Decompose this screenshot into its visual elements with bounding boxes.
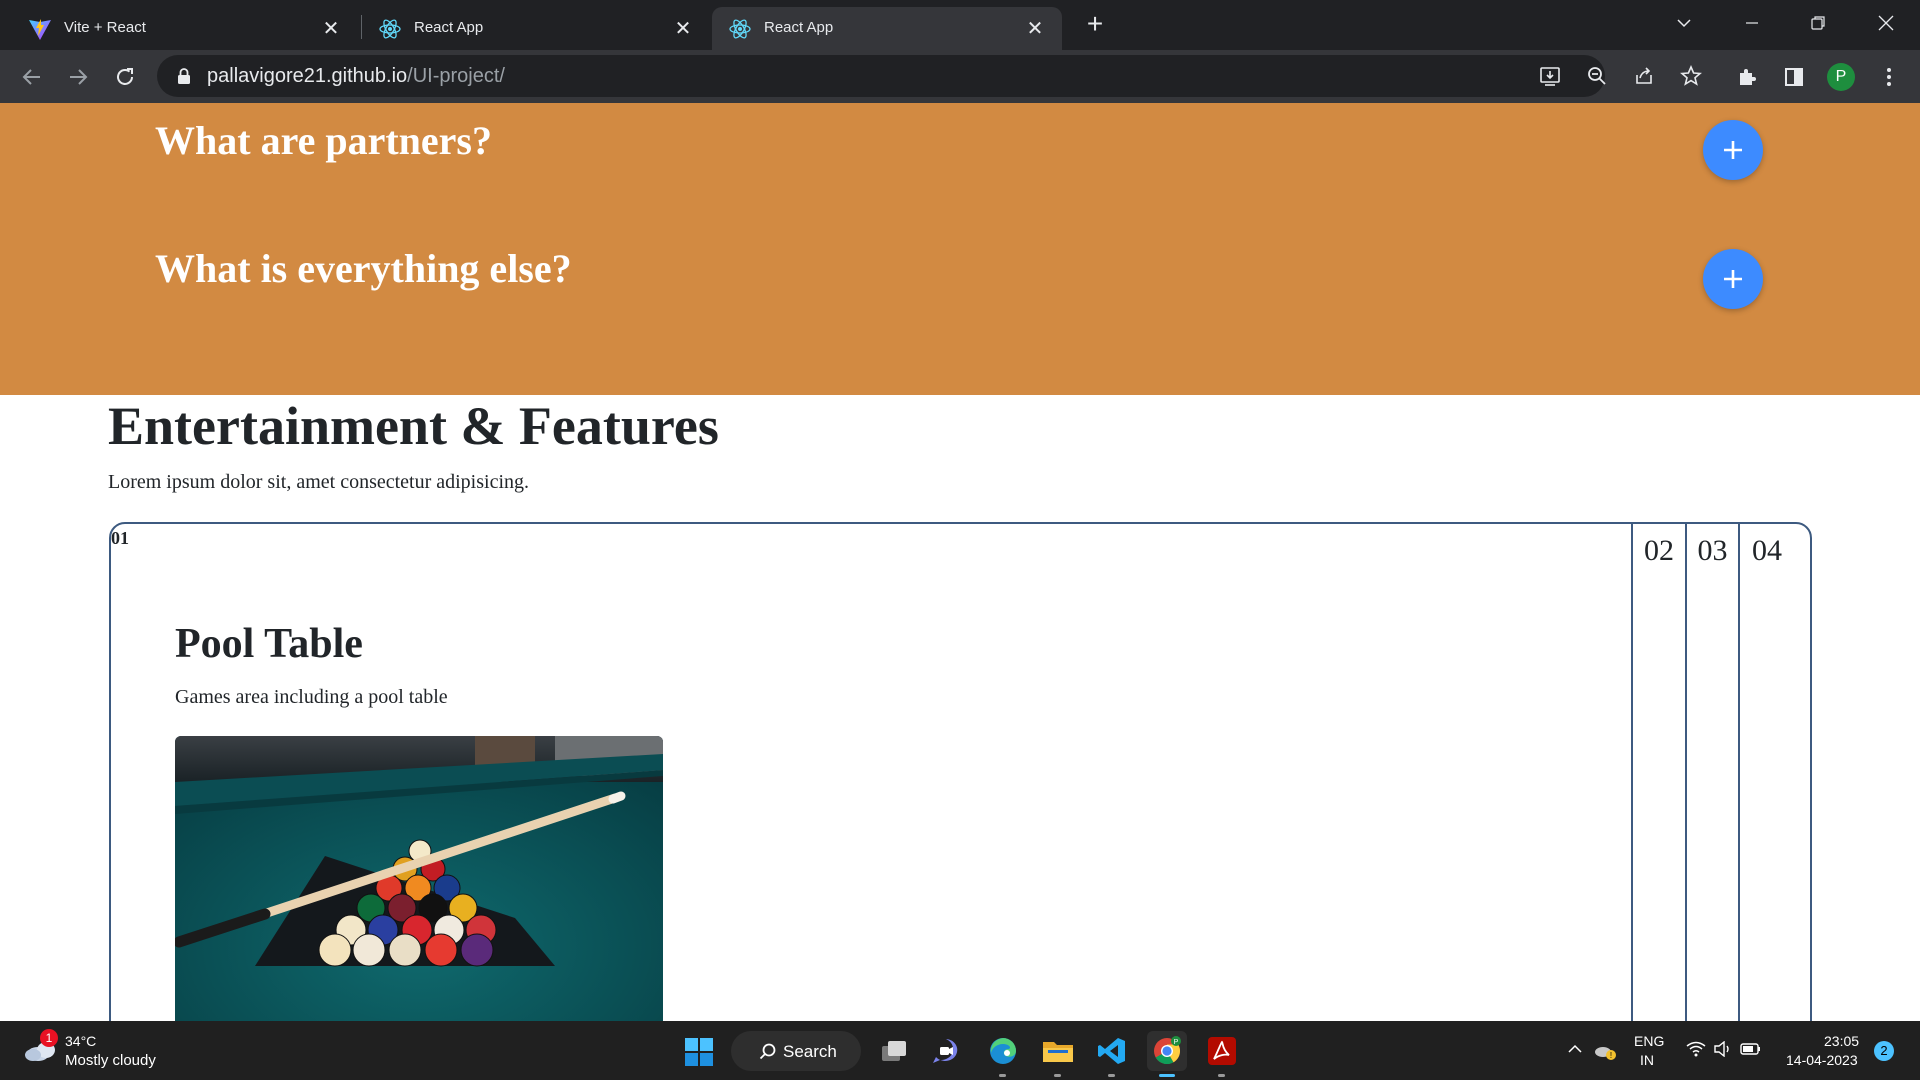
wifi-icon[interactable]	[1686, 1041, 1706, 1057]
reload-icon[interactable]	[109, 61, 141, 93]
close-tab-icon[interactable]: ✕	[670, 15, 696, 41]
tab-title: React App	[764, 19, 834, 36]
faq-question: What is everything else?	[155, 246, 572, 291]
tab-label: 02	[1644, 534, 1674, 567]
volume-icon[interactable]	[1713, 1041, 1733, 1057]
tab-search-icon[interactable]	[1664, 4, 1704, 42]
vite-icon	[29, 19, 51, 40]
windows-start-icon[interactable]	[685, 1038, 713, 1066]
share-icon[interactable]	[1628, 60, 1660, 92]
profile-avatar[interactable]: P	[1827, 63, 1855, 91]
tab-04[interactable]: 04	[1738, 524, 1810, 1021]
tab-02[interactable]: 02	[1631, 524, 1685, 1021]
bookmark-star-icon[interactable]	[1675, 60, 1707, 92]
close-window-icon[interactable]	[1866, 4, 1906, 42]
install-app-icon[interactable]	[1534, 60, 1566, 92]
taskbar-search[interactable]: Search	[731, 1031, 861, 1071]
tab-label: 04	[1752, 534, 1782, 567]
acrobat-reader-icon[interactable]	[1202, 1031, 1242, 1077]
tab-title: React App	[414, 19, 484, 36]
weather-description[interactable]: Mostly cloudy	[65, 1052, 156, 1069]
clock-time[interactable]: 23:05	[1824, 1033, 1859, 1049]
back-icon[interactable]	[16, 61, 48, 93]
running-indicator	[999, 1074, 1006, 1077]
faq-section: What are partners? What is everything el…	[0, 103, 1920, 395]
browser-tab-react-app[interactable]: React App ✕	[362, 7, 710, 50]
panel-description: Games area including a pool table	[175, 686, 448, 708]
search-icon	[759, 1043, 776, 1060]
plus-icon	[1724, 141, 1742, 159]
browser-tab-react-app-active[interactable]: React App ✕	[712, 7, 1062, 50]
pool-table-image	[175, 736, 663, 1021]
address-bar[interactable]: pallavigore21.github.io/UI-project/	[157, 55, 1702, 97]
features-tabs-card: 01 Pool Table Games area including a poo…	[109, 522, 1812, 1021]
restore-icon[interactable]	[1798, 4, 1838, 42]
url-host: pallavigore21.github.io	[207, 65, 408, 87]
minimize-icon[interactable]	[1732, 4, 1772, 42]
url-path: /UI-project/	[407, 65, 505, 87]
edge-browser-icon[interactable]	[983, 1031, 1023, 1077]
chrome-menu-icon[interactable]	[1873, 61, 1905, 93]
vscode-icon[interactable]	[1092, 1031, 1132, 1077]
url-text[interactable]: pallavigore21.github.io/UI-project/	[207, 65, 505, 88]
new-tab-button[interactable]: +	[1080, 10, 1110, 40]
page-viewport: What are partners? What is everything el…	[0, 103, 1920, 1021]
tab-title: Vite + React	[64, 19, 146, 36]
plus-icon	[1724, 270, 1742, 288]
notification-badge[interactable]: 2	[1874, 1041, 1894, 1061]
running-indicator	[1218, 1074, 1225, 1077]
browser-tab-strip: Vite + React ✕ React App ✕ React App ✕ +	[0, 0, 1920, 50]
battery-icon[interactable]	[1740, 1041, 1762, 1057]
weather-alert-badge: 1	[40, 1029, 58, 1047]
react-icon	[379, 19, 401, 39]
taskbar: 1 34°C Mostly cloudy Search P ! ENG IN 2…	[0, 1021, 1920, 1080]
tab-label: 03	[1697, 534, 1728, 567]
faq-expand-button[interactable]	[1703, 120, 1763, 180]
language-indicator[interactable]: ENG	[1634, 1033, 1664, 1049]
extensions-icon[interactable]	[1731, 61, 1763, 93]
onedrive-icon[interactable]: !	[1594, 1041, 1616, 1061]
file-explorer-icon[interactable]	[1038, 1031, 1078, 1077]
svg-text:P: P	[1174, 1039, 1179, 1046]
section-subtitle: Lorem ipsum dolor sit, amet consectetur …	[108, 471, 530, 493]
react-icon	[729, 19, 751, 39]
svg-text:!: !	[1610, 1051, 1612, 1060]
browser-toolbar: pallavigore21.github.io/UI-project/ P	[0, 50, 1920, 103]
faq-question: What are partners?	[155, 118, 492, 163]
tab-03[interactable]: 03	[1685, 524, 1738, 1021]
close-tab-icon[interactable]: ✕	[1022, 15, 1048, 41]
zoom-icon[interactable]	[1581, 60, 1613, 92]
weather-temperature[interactable]: 34°C	[65, 1033, 96, 1049]
panel-title: Pool Table	[175, 621, 363, 667]
lock-icon[interactable]	[177, 67, 191, 85]
task-view-icon[interactable]	[874, 1031, 914, 1071]
section-title: Entertainment & Features	[108, 396, 719, 456]
chevron-up-icon[interactable]	[1567, 1041, 1583, 1057]
browser-tab-vite[interactable]: Vite + React ✕	[8, 7, 358, 50]
region-indicator[interactable]: IN	[1640, 1052, 1654, 1068]
teams-chat-icon[interactable]	[926, 1031, 966, 1071]
faq-expand-button[interactable]	[1703, 249, 1763, 309]
tab-01[interactable]: 01	[111, 528, 129, 549]
chrome-app-icon[interactable]: P	[1147, 1031, 1187, 1077]
active-indicator	[1159, 1074, 1175, 1077]
running-indicator	[1054, 1074, 1061, 1077]
clock-date[interactable]: 14-04-2023	[1786, 1052, 1858, 1068]
forward-icon[interactable]	[62, 61, 94, 93]
running-indicator	[1108, 1074, 1115, 1077]
side-panel-icon[interactable]	[1778, 61, 1810, 93]
search-label: Search	[783, 1042, 837, 1061]
close-tab-icon[interactable]: ✕	[318, 15, 344, 41]
